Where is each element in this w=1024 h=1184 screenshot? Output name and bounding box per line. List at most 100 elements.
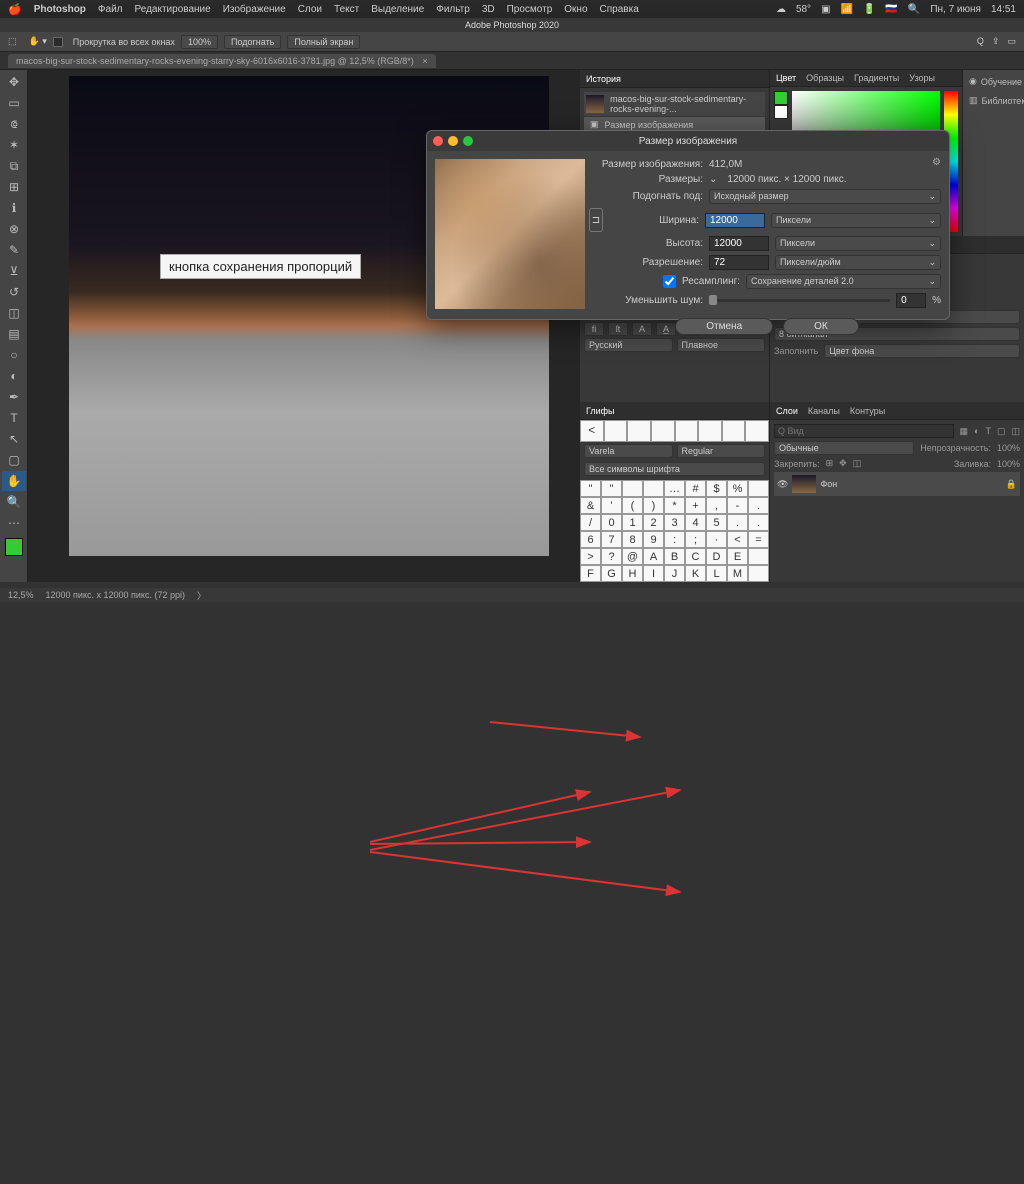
opacity-value[interactable]: 100% bbox=[997, 443, 1020, 453]
glyph-cell[interactable] bbox=[748, 548, 769, 565]
constrain-proportions-button[interactable]: ⊐ bbox=[589, 208, 603, 232]
lock-pos-icon[interactable]: ✥ bbox=[839, 458, 847, 469]
glyph-cell[interactable]: % bbox=[727, 480, 748, 497]
fill-value[interactable]: 100% bbox=[997, 459, 1020, 469]
crop-tool[interactable]: ⧉ bbox=[2, 156, 26, 176]
glyph-cell[interactable]: 7 bbox=[601, 531, 622, 548]
menu-edit[interactable]: Редактирование bbox=[135, 4, 211, 15]
eyedropper-tool[interactable]: ℹ bbox=[2, 198, 26, 218]
res-unit-select[interactable]: Пиксели/дюйм⌄ bbox=[775, 255, 941, 270]
layer-row[interactable]: 👁 Фон 🔒 bbox=[774, 472, 1020, 496]
flag-icon[interactable]: 🇷🇺 bbox=[885, 4, 897, 15]
glyph-cell[interactable]: + bbox=[685, 497, 706, 514]
glyph-cell[interactable]: > bbox=[580, 548, 601, 565]
foreground-color-swatch[interactable] bbox=[5, 538, 23, 556]
menu-file[interactable]: Файл bbox=[98, 4, 123, 15]
menubar-date[interactable]: Пн, 7 июня bbox=[930, 4, 981, 15]
tab-swatches[interactable]: Образцы bbox=[806, 73, 844, 83]
gear-icon[interactable]: ⚙ bbox=[932, 157, 941, 168]
eraser-tool[interactable]: ◫ bbox=[2, 303, 26, 323]
history-brush-tool[interactable]: ↺ bbox=[2, 282, 26, 302]
menubar-time[interactable]: 14:51 bbox=[991, 4, 1016, 15]
glyph-cell[interactable]: ( bbox=[622, 497, 643, 514]
glyph-cell[interactable]: C bbox=[685, 548, 706, 565]
glyph-cell[interactable] bbox=[622, 480, 643, 497]
tab-gradients[interactable]: Градиенты bbox=[854, 73, 899, 83]
glyph-cell[interactable] bbox=[748, 480, 769, 497]
tray-icon[interactable]: ▣ bbox=[821, 4, 830, 15]
close-tab-icon[interactable]: × bbox=[422, 56, 427, 66]
filter-shape-icon[interactable]: ▢ bbox=[997, 426, 1006, 437]
glyph-cell[interactable]: 9 bbox=[643, 531, 664, 548]
battery-icon[interactable]: 🔋 bbox=[863, 4, 875, 15]
menu-help[interactable]: Справка bbox=[600, 4, 639, 15]
glyph-cell[interactable]: @ bbox=[622, 548, 643, 565]
glyph-cell[interactable]: L bbox=[706, 565, 727, 582]
glyph-cell[interactable]: · bbox=[706, 531, 727, 548]
app-name[interactable]: Photoshop bbox=[34, 4, 86, 15]
width-unit-select[interactable]: Пиксели⌄ bbox=[771, 213, 941, 228]
glyph-cell[interactable]: A bbox=[643, 548, 664, 565]
share-icon[interactable]: ⇪ bbox=[992, 36, 1000, 47]
minimize-window-button[interactable] bbox=[448, 136, 458, 146]
height-input[interactable] bbox=[709, 236, 769, 251]
glyph-recent[interactable] bbox=[627, 420, 651, 442]
hand-tool[interactable]: ✋ bbox=[2, 471, 26, 491]
glyph-cell[interactable]: 2 bbox=[643, 514, 664, 531]
filter-adj-icon[interactable]: ◐ bbox=[974, 426, 979, 436]
glyph-style-select[interactable]: Regular bbox=[677, 444, 766, 458]
zoom-100-button[interactable]: 100% bbox=[181, 35, 218, 49]
menu-filter[interactable]: Фильтр bbox=[436, 4, 470, 15]
menu-layers[interactable]: Слои bbox=[298, 4, 322, 15]
layer-name[interactable]: Фон bbox=[820, 479, 837, 489]
glyphs-tab-label[interactable]: Глифы bbox=[586, 406, 615, 416]
history-item[interactable]: macos-big-sur-stock-sedimentary-rocks-ev… bbox=[584, 92, 765, 116]
bg-swatch[interactable] bbox=[774, 105, 788, 119]
res-input[interactable] bbox=[709, 255, 769, 270]
marquee-tool[interactable]: ▭ bbox=[2, 93, 26, 113]
width-input[interactable] bbox=[705, 213, 765, 228]
lasso-tool[interactable]: ⟃ bbox=[2, 114, 26, 134]
glyph-cell[interactable]: J bbox=[664, 565, 685, 582]
glyph-recent[interactable] bbox=[698, 420, 722, 442]
glyph-recent[interactable]: < bbox=[580, 420, 604, 442]
gradient-tool[interactable]: ▤ bbox=[2, 324, 26, 344]
menu-image[interactable]: Изображение bbox=[223, 4, 286, 15]
glyph-cell[interactable]: # bbox=[685, 480, 706, 497]
glyph-cell[interactable]: 6 bbox=[580, 531, 601, 548]
edit-toolbar[interactable]: ⋯ bbox=[2, 513, 26, 533]
glyph-cell[interactable]: 5 bbox=[706, 514, 727, 531]
menu-window[interactable]: Окно bbox=[564, 4, 587, 15]
glyph-cell[interactable]: : bbox=[664, 531, 685, 548]
glyph-cell[interactable]: M bbox=[727, 565, 748, 582]
dodge-tool[interactable]: ◐ bbox=[2, 366, 26, 386]
visibility-icon[interactable]: 👁 bbox=[777, 479, 788, 490]
glyph-cell[interactable]: I bbox=[643, 565, 664, 582]
ok-button[interactable]: ОК bbox=[783, 318, 859, 335]
lock-icon[interactable]: 🔒 bbox=[1006, 479, 1017, 490]
tab-paths[interactable]: Контуры bbox=[850, 406, 885, 416]
glyph-cell[interactable]: ; bbox=[685, 531, 706, 548]
glyph-cell[interactable]: H bbox=[622, 565, 643, 582]
history-panel-tab[interactable]: История bbox=[580, 70, 769, 88]
zoom-level[interactable]: 12,5% bbox=[8, 590, 34, 600]
stamp-tool[interactable]: ⊻ bbox=[2, 261, 26, 281]
resample-checkbox[interactable] bbox=[663, 275, 676, 288]
glyph-cell[interactable]: . bbox=[727, 514, 748, 531]
glyphs-panel-tab[interactable]: Глифы bbox=[580, 402, 769, 420]
wand-tool[interactable]: ✶ bbox=[2, 135, 26, 155]
glyph-cell[interactable]: . bbox=[748, 497, 769, 514]
menu-text[interactable]: Текст bbox=[334, 4, 359, 15]
glyph-recent[interactable] bbox=[675, 420, 699, 442]
filter-type-icon[interactable]: T bbox=[985, 426, 991, 436]
glyph-font-select[interactable]: Varela bbox=[584, 444, 673, 458]
zoom-tool[interactable]: 🔍 bbox=[2, 492, 26, 512]
glyph-cell[interactable]: ) bbox=[643, 497, 664, 514]
glyph-cell[interactable]: $ bbox=[706, 480, 727, 497]
filter-pixel-icon[interactable]: ▦ bbox=[960, 426, 969, 437]
learn-panel-button[interactable]: ◉ Обучение bbox=[967, 74, 1020, 89]
cancel-button[interactable]: Отмена bbox=[675, 318, 773, 335]
resample-select[interactable]: Сохранение деталей 2.0⌄ bbox=[746, 274, 941, 289]
lock-all-icon[interactable]: ⊞ bbox=[826, 458, 834, 469]
glyph-recent[interactable] bbox=[604, 420, 628, 442]
